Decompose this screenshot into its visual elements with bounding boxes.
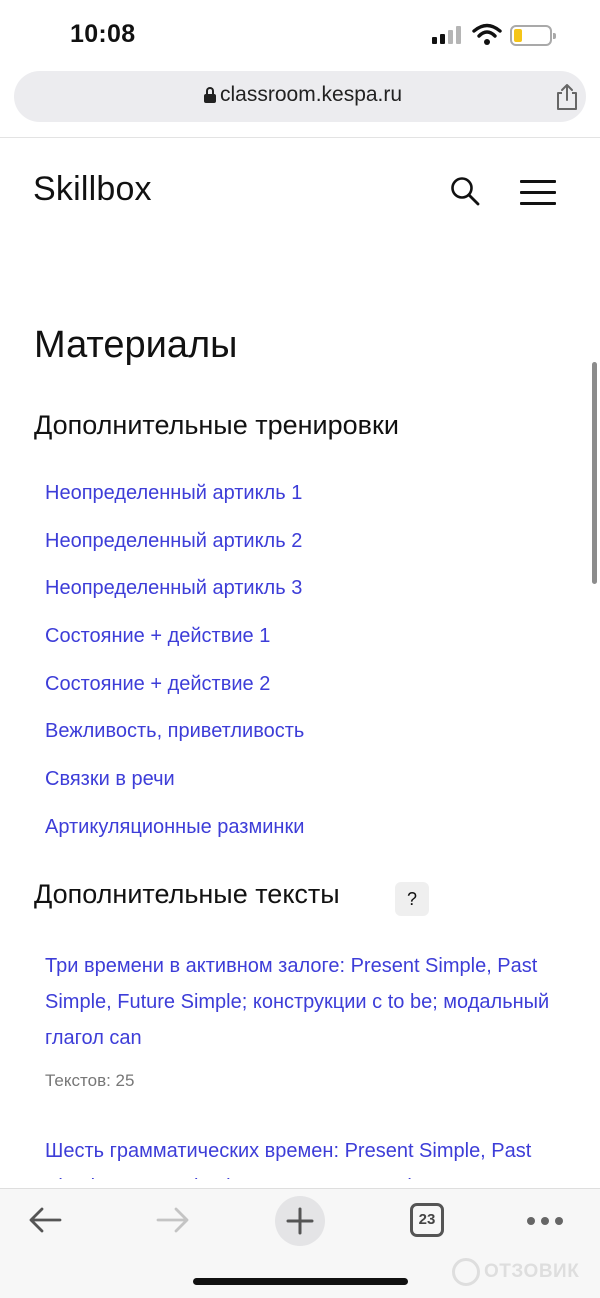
text-collection-link[interactable]: Шесть грамматических времен: Present Sim…: [45, 1133, 580, 1179]
hamburger-menu-icon[interactable]: [520, 178, 556, 206]
watermark: ОТЗОВИК: [452, 1255, 600, 1289]
home-indicator: [193, 1278, 408, 1285]
forward-arrow-icon[interactable]: [156, 1205, 190, 1235]
plus-icon: [286, 1207, 314, 1235]
help-button[interactable]: ?: [395, 882, 429, 916]
cellular-signal-icon: [432, 26, 464, 44]
training-link[interactable]: Неопределенный артикль 1: [45, 482, 302, 505]
training-link[interactable]: Связки в речи: [45, 768, 175, 791]
back-arrow-icon[interactable]: [28, 1205, 62, 1235]
page-title: Материалы: [34, 324, 238, 366]
share-icon[interactable]: [554, 83, 580, 111]
wifi-icon: [472, 23, 502, 45]
watermark-logo-icon: [452, 1258, 480, 1286]
trainings-heading: Дополнительные тренировки: [34, 410, 399, 440]
site-logo[interactable]: Skillbox: [33, 170, 152, 209]
tabs-count-button[interactable]: 23: [410, 1203, 444, 1237]
text-collection-link[interactable]: Три времени в активном залоге: Present S…: [45, 948, 580, 1056]
training-link[interactable]: Состояние + действие 2: [45, 673, 270, 696]
search-icon[interactable]: [450, 176, 480, 206]
watermark-text: ОТЗОВИК: [484, 1261, 580, 1282]
training-link[interactable]: Вежливость, приветливость: [45, 720, 304, 743]
texts-heading: Дополнительные тексты: [34, 879, 340, 909]
status-bar: 10:08: [0, 0, 600, 66]
status-time: 10:08: [70, 20, 136, 48]
training-link[interactable]: Артикуляционные разминки: [45, 816, 304, 839]
lock-icon: [204, 87, 216, 103]
battery-icon: [510, 25, 556, 46]
training-link[interactable]: Неопределенный артикль 2: [45, 530, 302, 553]
more-options-icon[interactable]: [527, 1217, 563, 1227]
url-text[interactable]: classroom.kespa.ru: [220, 83, 402, 107]
divider: [0, 137, 600, 138]
new-tab-button[interactable]: [275, 1196, 325, 1246]
training-link[interactable]: Неопределенный артикль 3: [45, 577, 302, 600]
scrollbar[interactable]: [592, 362, 597, 584]
text-count: Текстов: 25: [45, 1071, 135, 1090]
training-link[interactable]: Состояние + действие 1: [45, 625, 270, 648]
address-bar[interactable]: classroom.kespa.ru: [14, 71, 586, 122]
